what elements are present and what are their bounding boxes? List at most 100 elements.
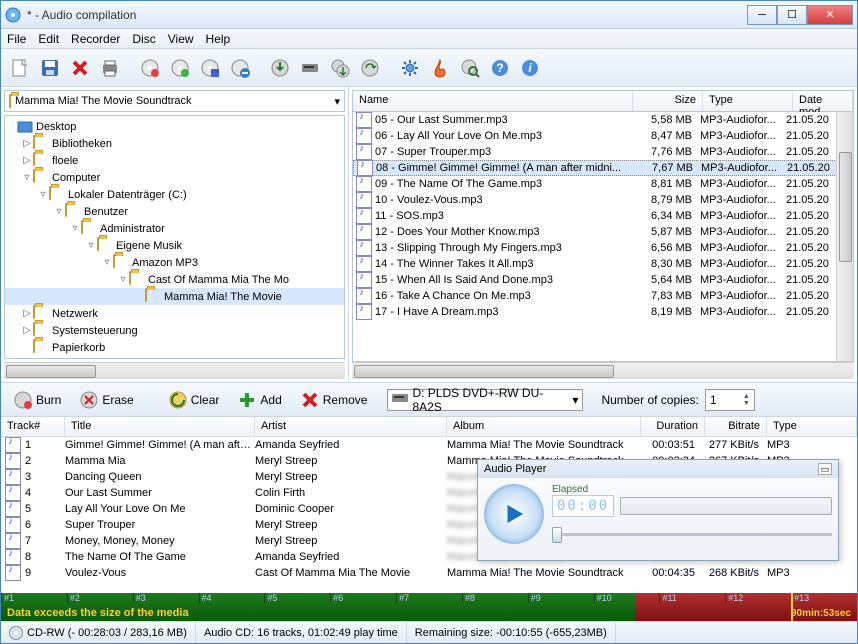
disc-green-icon[interactable] <box>167 55 193 81</box>
status-bar: CD-RW (- 00:28:03 / 283,16 MB) Audio CD:… <box>1 621 857 643</box>
audio-player-close[interactable]: ▭ <box>818 463 832 475</box>
path-text: Mamma Mia! The Movie Soundtrack <box>15 95 191 107</box>
music-file-icon <box>356 288 372 304</box>
copies-input[interactable]: 1 ▲▼ <box>705 389 755 411</box>
tree-row[interactable]: Mamma Mia! The Movie <box>5 288 344 305</box>
search-disc-icon[interactable] <box>457 55 483 81</box>
col-tracknum[interactable]: Track# <box>1 417 65 436</box>
app-window: * - Audio compilation ─ ☐ ✕ File Edit Re… <box>0 0 858 644</box>
tree-row[interactable]: ▷Bibliotheken <box>5 135 344 152</box>
toolbar: ? i <box>1 49 857 87</box>
menu-disc[interactable]: Disc <box>132 32 155 46</box>
drive-icon[interactable] <box>297 55 323 81</box>
tree-row[interactable]: ▿Amazon MP3 <box>5 254 344 271</box>
menu-file[interactable]: File <box>7 32 26 46</box>
music-file-icon <box>5 453 21 469</box>
disc-copy-icon[interactable] <box>327 55 353 81</box>
clear-button[interactable]: Clear <box>162 387 226 413</box>
seek-slider[interactable] <box>552 525 832 543</box>
menu-help[interactable]: Help <box>206 32 231 46</box>
file-row[interactable]: 10 - Voulez-Vous.mp38,79 MBMP3-Audiofor.… <box>353 192 853 208</box>
track-row[interactable]: 9Voulez-VousCast Of Mamma Mia The MovieM… <box>1 565 857 581</box>
drive-select[interactable]: D: PLDS DVD+-RW DU-8A2S ▾ <box>387 389 583 411</box>
col-type[interactable]: Type <box>703 91 793 111</box>
folder-icon <box>9 95 11 107</box>
file-row[interactable]: 07 - Super Trouper.mp37,76 MBMP3-Audiofo… <box>353 144 853 160</box>
music-file-icon <box>5 517 21 533</box>
file-row[interactable]: 15 - When All Is Said And Done.mp35,64 M… <box>353 272 853 288</box>
copies-spinner[interactable]: ▲▼ <box>743 393 750 407</box>
erase-button[interactable]: Erase <box>73 387 139 413</box>
disc-load-icon[interactable] <box>267 55 293 81</box>
chevron-down-icon[interactable]: ▾ <box>572 393 578 407</box>
delete-icon[interactable] <box>67 55 93 81</box>
play-button[interactable] <box>484 484 544 544</box>
burn-button[interactable]: Burn <box>7 387 67 413</box>
path-combo[interactable]: Mamma Mia! The Movie Soundtrack ▾ <box>4 90 345 112</box>
col-name[interactable]: Name <box>353 91 633 111</box>
tree-row[interactable]: ▿Administrator <box>5 220 344 237</box>
tree-row[interactable]: ▿Eigene Musik <box>5 237 344 254</box>
save-icon[interactable] <box>37 55 63 81</box>
col-size[interactable]: Size <box>633 91 703 111</box>
filelist-vscroll[interactable] <box>836 112 853 361</box>
track-row[interactable]: 1Gimme! Gimme! Gimme! (A man after...Ama… <box>1 437 857 453</box>
col-bitrate[interactable]: Bitrate <box>705 417 767 436</box>
col-album[interactable]: Album <box>447 417 641 436</box>
folder-tree[interactable]: Desktop▷Bibliotheken▷floele▿Computer▿Lok… <box>4 115 345 359</box>
file-row[interactable]: 05 - Our Last Summer.mp35,58 MBMP3-Audio… <box>353 112 853 128</box>
remove-button[interactable]: Remove <box>294 387 374 413</box>
file-row[interactable]: 06 - Lay All Your Love On Me.mp38,47 MBM… <box>353 128 853 144</box>
window-title: * - Audio compilation <box>27 8 747 22</box>
tree-row[interactable]: ▷Netzwerk <box>5 305 344 322</box>
filelist-hscroll[interactable] <box>352 362 854 379</box>
status-remaining: Remaining size: -00:10:55 (-655,23MB) <box>407 622 616 643</box>
col-title[interactable]: Title <box>65 417 255 436</box>
tree-hscroll[interactable] <box>4 362 345 379</box>
info-icon[interactable]: i <box>517 55 543 81</box>
tree-row[interactable]: ▷Systemsteuerung <box>5 322 344 339</box>
disc-red-icon[interactable] <box>137 55 163 81</box>
file-list[interactable]: 05 - Our Last Summer.mp35,58 MBMP3-Audio… <box>352 112 854 362</box>
settings-icon[interactable] <box>397 55 423 81</box>
minimize-button[interactable]: ─ <box>747 5 777 25</box>
menu-edit[interactable]: Edit <box>38 32 59 46</box>
tree-row[interactable]: ▿Cast Of Mamma Mia The Mo <box>5 271 344 288</box>
chevron-down-icon[interactable]: ▾ <box>334 95 340 108</box>
disc-minus-icon[interactable] <box>227 55 253 81</box>
new-icon[interactable] <box>7 55 33 81</box>
disc-blue-icon[interactable] <box>197 55 223 81</box>
music-file-icon <box>356 256 372 272</box>
progress-bar[interactable] <box>620 497 832 515</box>
tree-row[interactable]: Papierkorb <box>5 339 344 356</box>
file-row[interactable]: 08 - Gimme! Gimme! Gimme! (A man after m… <box>353 160 853 176</box>
col-type[interactable]: Type <box>767 417 857 436</box>
tree-row[interactable]: Desktop <box>5 118 344 135</box>
file-row[interactable]: 13 - Slipping Through My Fingers.mp36,56… <box>353 240 853 256</box>
tree-row[interactable]: ▿Lokaler Datenträger (C:) <box>5 186 344 203</box>
file-row[interactable]: 14 - The Winner Takes It All.mp38,30 MBM… <box>353 256 853 272</box>
col-artist[interactable]: Artist <box>255 417 447 436</box>
menu-view[interactable]: View <box>168 32 194 46</box>
file-row[interactable]: 17 - I Have A Dream.mp38,19 MBMP3-Audiof… <box>353 304 853 320</box>
menu-recorder[interactable]: Recorder <box>71 32 120 46</box>
file-row[interactable]: 09 - The Name Of The Game.mp38,81 MBMP3-… <box>353 176 853 192</box>
maximize-button[interactable]: ☐ <box>777 5 807 25</box>
copies-label: Number of copies: <box>601 393 698 407</box>
col-date[interactable]: Date mod <box>793 91 853 111</box>
file-row[interactable]: 11 - SOS.mp36,34 MBMP3-Audiofor...21.05.… <box>353 208 853 224</box>
exceed-warning: Data exceeds the size of the media <box>7 607 189 619</box>
disc-mark: #8 <box>462 593 528 603</box>
file-row[interactable]: 16 - Take A Chance On Me.mp37,83 MBMP3-A… <box>353 288 853 304</box>
file-row[interactable]: 12 - Does Your Mother Know.mp35,87 MBMP3… <box>353 224 853 240</box>
disc-refresh-icon[interactable] <box>357 55 383 81</box>
close-button[interactable]: ✕ <box>807 5 853 25</box>
col-duration[interactable]: Duration <box>641 417 705 436</box>
fire-icon[interactable] <box>427 55 453 81</box>
status-audio: Audio CD: 16 tracks, 01:02:49 play time <box>196 622 407 643</box>
add-button[interactable]: Add <box>231 387 287 413</box>
tree-row[interactable]: ▷floele <box>5 152 344 169</box>
help-icon[interactable]: ? <box>487 55 513 81</box>
tree-row[interactable]: ▿Benutzer <box>5 203 344 220</box>
print-icon[interactable] <box>97 55 123 81</box>
